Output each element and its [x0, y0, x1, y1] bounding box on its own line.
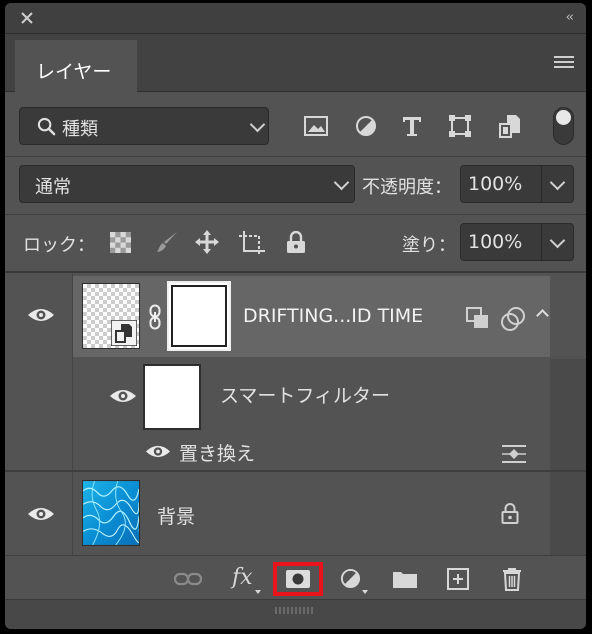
smart-filter-label[interactable]: スマートフィルター [220, 381, 390, 408]
tab-bar: レイヤー [5, 33, 586, 93]
layer-row-smart-object[interactable]: DRIFTING...ID TIME [73, 276, 550, 357]
chevron-down-icon [333, 174, 350, 191]
opacity-label: 不透明度： [362, 177, 452, 198]
fill-value: 100% [468, 231, 523, 253]
blend-mode-value: 通常 [35, 177, 71, 198]
eye-icon[interactable] [27, 306, 55, 324]
image-filter-icon[interactable] [304, 116, 328, 136]
layers-list: DRIFTING...ID TIME スマートフィルター 置き換え 背景 [5, 273, 586, 555]
opacity-value: 100% [468, 173, 523, 195]
close-icon[interactable] [20, 11, 34, 25]
shape-filter-icon[interactable] [448, 114, 472, 138]
lock-icon [501, 503, 519, 524]
new-layer-icon[interactable] [447, 568, 469, 590]
filter-kind-select[interactable]: 種類 [19, 107, 269, 145]
eye-icon[interactable] [145, 443, 171, 460]
lock-artboard-icon[interactable] [238, 230, 266, 256]
layers-bottom-toolbar: fx [5, 555, 586, 599]
layers-scroll-gutter [550, 359, 586, 555]
chevron-down-icon [249, 116, 266, 133]
lock-all-icon[interactable] [286, 231, 306, 253]
blending-options-icon[interactable] [501, 443, 527, 465]
trash-icon[interactable] [502, 567, 522, 591]
background-thumbnail [82, 480, 140, 546]
eye-icon[interactable] [109, 387, 137, 405]
filter-toggle-knob [556, 110, 571, 125]
resize-grip[interactable] [275, 607, 315, 614]
mask-link-icon[interactable] [149, 304, 161, 330]
tab-layers[interactable]: レイヤー [15, 40, 137, 93]
add-mask-button[interactable] [273, 562, 323, 596]
fill-divider [541, 224, 542, 260]
chevron-down-icon[interactable] [549, 232, 566, 249]
smart-object-icon [466, 307, 488, 328]
layer-separator [5, 470, 586, 472]
panel-menu-icon[interactable] [554, 56, 574, 71]
panel-title-bar: ‹‹ [5, 3, 586, 33]
smart-object-filter-icon[interactable] [499, 114, 521, 138]
lock-image-pixels-icon[interactable] [155, 230, 179, 254]
eye-icon[interactable] [27, 505, 55, 523]
layer-thumbnail [82, 283, 140, 349]
layers-panel: ‹‹ レイヤー 種類 通常 不透明度： 100% ロック： 塗り： 100% D… [5, 3, 586, 629]
lock-transparent-pixels-icon[interactable] [110, 232, 131, 253]
fill-field[interactable]: 100% [460, 223, 574, 261]
smart-filter-mask-thumbnail[interactable] [143, 364, 201, 430]
fill-label: 塗り： [402, 235, 456, 256]
filter-toggle[interactable] [553, 107, 574, 145]
dropdown-corner-icon [255, 590, 261, 594]
tab-layers-label: レイヤー [36, 61, 112, 83]
adjustment-filter-icon[interactable] [355, 115, 377, 137]
layer-name[interactable]: 背景 [157, 502, 195, 529]
fx-icon[interactable]: fx [232, 565, 253, 590]
panel-resize-footer [5, 599, 586, 629]
smart-object-badge-icon [111, 320, 137, 346]
opacity-field[interactable]: 100% [460, 165, 574, 203]
dropdown-corner-icon [362, 590, 368, 594]
search-icon [37, 117, 56, 136]
opacity-divider [541, 166, 542, 202]
layer-name[interactable]: DRIFTING...ID TIME [243, 305, 423, 327]
mask-icon [286, 570, 310, 588]
filter-name[interactable]: 置き換え [179, 439, 255, 466]
lock-position-icon[interactable] [194, 229, 220, 255]
blend-mode-select[interactable]: 通常 [19, 165, 355, 203]
layer-row-background[interactable]: 背景 [73, 473, 550, 554]
adjustment-layer-icon[interactable] [340, 568, 361, 589]
link-layers-icon[interactable] [174, 572, 202, 586]
type-filter-icon[interactable] [401, 115, 423, 137]
filter-effects-icon[interactable] [501, 307, 527, 331]
collapse-panel-icon[interactable]: ‹‹ [566, 10, 575, 25]
filter-kind-label: 種類 [62, 119, 98, 140]
lock-label: ロック： [23, 235, 95, 256]
chevron-down-icon[interactable] [549, 174, 566, 191]
folder-icon[interactable] [392, 569, 418, 589]
layer-mask-thumbnail[interactable] [167, 281, 231, 351]
